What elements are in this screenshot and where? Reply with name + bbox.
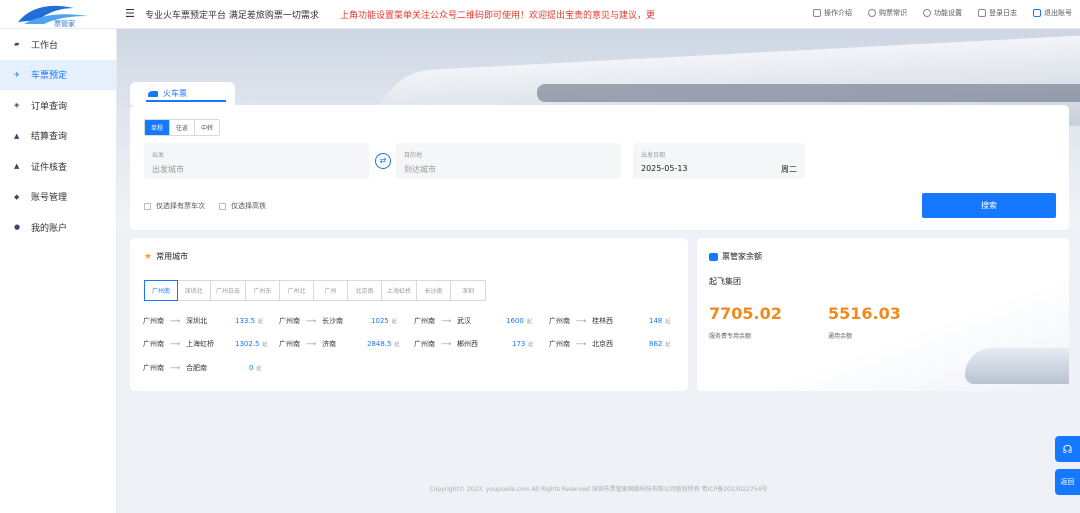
to-city-field[interactable]: 目的地 到达城市	[396, 143, 621, 179]
city-tab[interactable]: 广州北	[280, 281, 315, 300]
city-tab[interactable]: 深圳	[451, 281, 485, 300]
route-item[interactable]: 广州南 ⟶ 合肥南 0 起	[143, 363, 261, 373]
arrow-icon: ⟶	[441, 340, 452, 348]
wallet-icon	[709, 252, 718, 261]
back-button[interactable]: 返回	[1055, 469, 1080, 495]
link-logout[interactable]: 退出账号	[1033, 8, 1072, 18]
link-guide[interactable]: 操作介绍	[813, 8, 852, 18]
filter-checks: 仅选择有票车次 仅选择高铁	[144, 201, 266, 211]
only-available-checkbox[interactable]: 仅选择有票车次	[144, 201, 205, 211]
service-fee-label: 服务费专用余额	[709, 333, 752, 340]
book-icon	[813, 9, 821, 17]
slogan: 专业火车票预定平台 满足差旅购票一切需求	[145, 11, 319, 21]
sidebar: ▰ 工作台 ✈ 车票预定 ◈ 订单查询 ▲ 结算查询 ▲ 证件核查 ◆ 账号管理 ● 我的账户	[0, 29, 117, 513]
weekday-value: 周二	[781, 165, 797, 174]
customer-service-button[interactable]: ☊	[1055, 436, 1080, 462]
balance-title: 票管家余额	[722, 252, 762, 261]
general-balance-label: 通用余额	[828, 333, 853, 340]
link-settings[interactable]: 功能设置	[923, 8, 962, 18]
top-bar: 票管家 ☰ 专业火车票预定平台 满足差旅购票一切需求 上角功能设置菜单关注公众号…	[0, 0, 1080, 29]
trip-type-selector: 单程 往返 中转	[144, 119, 221, 136]
general-balance-amount: 5516.03	[828, 304, 901, 323]
sidebar-item-id-check[interactable]: ▲ 证件核查	[0, 151, 116, 182]
arrow-icon: ⟶	[441, 317, 452, 325]
city-tab[interactable]: 广州南	[144, 280, 178, 301]
sidebar-item-ticket-booking[interactable]: ✈ 车票预定	[0, 59, 116, 90]
question-icon	[868, 9, 876, 17]
city-tab[interactable]: 北京南	[348, 281, 383, 300]
from-city-field[interactable]: 出发 出发城市	[144, 143, 369, 179]
search-panel: 单程 往返 中转 出发 出发城市 ⇄ 目的地 到达城市 出发日期 2025-05…	[130, 105, 1069, 230]
sidebar-item-settlement-query[interactable]: ▲ 结算查询	[0, 121, 116, 152]
headset-icon: ☊	[1062, 442, 1073, 456]
route-item[interactable]: 广州南 ⟶ 济南 2848.5 起	[279, 339, 400, 349]
train-window-strip	[537, 84, 1080, 102]
home-icon: ▰	[14, 40, 20, 49]
notice-marquee: 上角功能设置菜单关注公众号二维码即可使用！欢迎提出宝贵的意见与建议，更	[340, 11, 656, 21]
order-icon: ◈	[14, 101, 20, 110]
route-item[interactable]: 广州南 ⟶ 武汉 1600 起	[414, 316, 532, 326]
sidebar-item-order-query[interactable]: ◈ 订单查询	[0, 90, 116, 121]
footer-copyright: Copyright© 2023. youpiaole.com All Right…	[429, 486, 768, 493]
star-icon: ★	[144, 251, 153, 262]
arrow-icon: ⟶	[170, 364, 181, 372]
trip-type-roundtrip[interactable]: 往返	[170, 120, 196, 135]
city-tab[interactable]: 上海虹桥	[382, 281, 418, 300]
city-tab[interactable]: 深圳北	[177, 281, 211, 300]
arrow-icon: ⟶	[170, 340, 181, 348]
route-item[interactable]: 广州南 ⟶ 北京西 862 起	[549, 339, 670, 349]
company-name: 起飞集团	[709, 277, 741, 286]
balance-panel: 票管家余额 起飞集团 7705.02 服务费专用余额 5516.03 通用余额	[697, 238, 1069, 391]
sidebar-item-my-account[interactable]: ● 我的账户	[0, 212, 116, 243]
trip-type-transfer[interactable]: 中转	[195, 120, 219, 135]
city-tab[interactable]: 长沙南	[417, 281, 452, 300]
city-tab[interactable]: 广州白云	[211, 281, 247, 300]
ticket-icon: ✈	[14, 70, 20, 79]
sidebar-item-workbench[interactable]: ▰ 工作台	[0, 29, 116, 60]
train-icon	[148, 90, 158, 97]
swap-cities-icon[interactable]: ⇄	[375, 153, 391, 169]
city-tab[interactable]: 广州	[314, 281, 349, 300]
route-item[interactable]: 广州南 ⟶ 郴州西 173 起	[414, 339, 533, 349]
city-tabs: 广州南 深圳北 广州白云 广州东 广州北 广州 北京南 上海虹桥 长沙南 深圳	[144, 280, 487, 301]
sidebar-item-account-management[interactable]: ◆ 账号管理	[0, 182, 116, 213]
logo[interactable]: 票管家	[14, 2, 92, 28]
arrow-icon: ⟶	[576, 340, 587, 348]
train-illustration	[965, 348, 1069, 384]
checkbox-icon	[219, 202, 226, 210]
link-login-log[interactable]: 登录日志	[978, 8, 1017, 18]
trip-type-oneway[interactable]: 单程	[145, 120, 171, 135]
gear-icon	[923, 9, 931, 17]
svg-text:票管家: 票管家	[54, 19, 75, 28]
tab-underline	[146, 100, 226, 102]
arrow-icon: ⟶	[306, 317, 317, 325]
arrow-icon: ⟶	[170, 317, 181, 325]
settle-icon: ▲	[14, 131, 20, 140]
account-icon: ◆	[14, 192, 20, 201]
menu-toggle-icon[interactable]: ☰	[125, 8, 136, 19]
service-fee-amount: 7705.02	[709, 304, 782, 323]
search-button[interactable]: 搜索	[922, 193, 1056, 218]
checkbox-icon	[144, 202, 151, 210]
date-value: 2025-05-13	[641, 164, 688, 173]
log-icon	[978, 9, 986, 17]
only-high-speed-checkbox[interactable]: 仅选择高铁	[219, 201, 266, 211]
route-item[interactable]: 广州南 ⟶ 深圳北 133.5 起	[143, 316, 263, 326]
departure-date-field[interactable]: 出发日期 2025-05-13 周二	[633, 143, 805, 179]
top-links: 操作介绍 购票常识 功能设置 登录日志 退出账号	[813, 8, 1072, 18]
route-item[interactable]: 广州南 ⟶ 上海虹桥 1302.5 起	[143, 339, 268, 349]
arrow-icon: ⟶	[306, 340, 317, 348]
common-cities-title: 常用城市	[156, 252, 189, 261]
logout-icon	[1033, 9, 1041, 17]
route-item[interactable]: 广州南 ⟶ 桂林西 148 起	[549, 316, 670, 326]
arrow-icon: ⟶	[576, 317, 587, 325]
id-icon: ▲	[14, 162, 20, 171]
common-cities-panel: ★ 常用城市 广州南 深圳北 广州白云 广州东 广州北 广州 北京南 上海虹桥 长…	[130, 238, 688, 391]
user-icon: ●	[14, 223, 21, 232]
route-item[interactable]: 广州南 ⟶ 长沙南 1025 起	[279, 316, 397, 326]
city-tab[interactable]: 广州东	[246, 281, 281, 300]
link-knowledge[interactable]: 购票常识	[868, 8, 907, 18]
